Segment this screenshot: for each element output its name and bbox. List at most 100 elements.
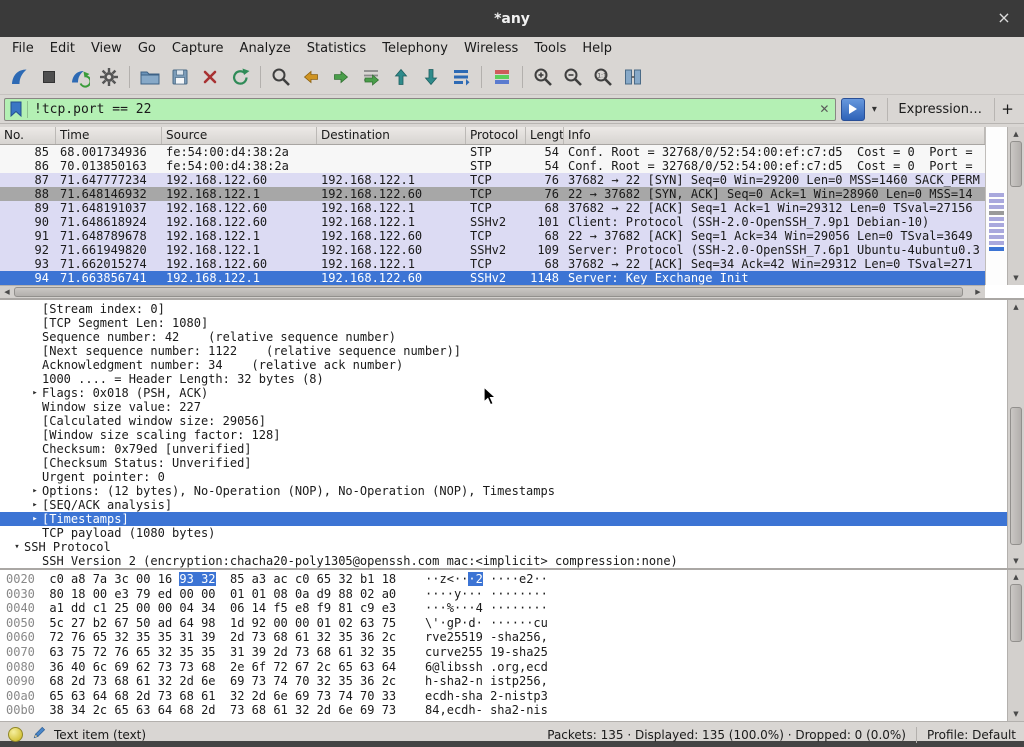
close-capture-file-button[interactable] [195, 63, 225, 91]
packet-row[interactable]: 9371.662015274192.168.122.60192.168.122.… [0, 257, 985, 271]
menu-go[interactable]: Go [130, 39, 164, 58]
go-first-packet-button[interactable] [386, 63, 416, 91]
menu-file[interactable]: File [4, 39, 42, 58]
menu-statistics[interactable]: Statistics [299, 39, 374, 58]
capture-options-button[interactable] [94, 63, 124, 91]
hex-row[interactable]: 00a0 65 63 64 68 2d 73 68 61 32 2d 6e 69… [6, 689, 1007, 704]
hex-scrollbar[interactable]: ▲ ▼ [1007, 570, 1024, 721]
packet-row[interactable]: 8670.013850163fe:54:00:d4:38:2aSTP54Conf… [0, 159, 985, 173]
colorize-packets-button[interactable] [487, 63, 517, 91]
detail-line[interactable]: ▸[Timestamps] [0, 512, 1007, 526]
menu-tools[interactable]: Tools [526, 39, 574, 58]
expert-info-icon[interactable] [8, 727, 23, 742]
column-header-time[interactable]: Time [56, 127, 162, 144]
scroll-down-icon[interactable]: ▼ [1008, 271, 1024, 285]
detail-line[interactable]: SSH Version 2 (encryption:chacha20-poly1… [0, 554, 1007, 568]
scrollbar-track[interactable] [1008, 141, 1024, 271]
packet-list-minimap[interactable] [985, 127, 1007, 285]
detail-line[interactable]: [Stream index: 0] [0, 302, 1007, 316]
packet-row[interactable]: 9171.648789678192.168.122.1192.168.122.6… [0, 229, 985, 243]
packet-row[interactable]: 8971.648191037192.168.122.60192.168.122.… [0, 201, 985, 215]
scrollbar-track[interactable] [1008, 314, 1024, 554]
column-header-destination[interactable]: Destination [317, 127, 466, 144]
filter-apply-button[interactable] [841, 98, 865, 121]
column-header-source[interactable]: Source [162, 127, 317, 144]
packet-row[interactable]: 8771.647777234192.168.122.60192.168.122.… [0, 173, 985, 187]
detail-line[interactable]: Window size value: 227 [0, 400, 1007, 414]
window-close-button[interactable]: × [994, 8, 1014, 28]
scroll-down-icon[interactable]: ▼ [1008, 707, 1024, 721]
expression-button[interactable]: Expression… [887, 98, 992, 121]
scroll-up-icon[interactable]: ▲ [1008, 570, 1024, 584]
collapsed-expander-icon[interactable]: ▸ [28, 498, 42, 512]
scroll-left-icon[interactable]: ◀ [0, 286, 14, 298]
packet-row[interactable]: 9071.648618924192.168.122.60192.168.122.… [0, 215, 985, 229]
go-back-button[interactable] [296, 63, 326, 91]
detail-line[interactable]: Sequence number: 42 (relative sequence n… [0, 330, 1007, 344]
detail-line[interactable]: ▸Options: (12 bytes), No-Operation (NOP)… [0, 484, 1007, 498]
menu-capture[interactable]: Capture [164, 39, 232, 58]
packet-row[interactable]: 9471.663856741192.168.122.1192.168.122.6… [0, 271, 985, 285]
detail-line[interactable]: [Checksum Status: Unverified] [0, 456, 1007, 470]
go-last-packet-button[interactable] [416, 63, 446, 91]
add-filter-button[interactable]: + [994, 98, 1020, 121]
detail-line[interactable]: Checksum: 0x79ed [unverified] [0, 442, 1007, 456]
hex-row[interactable]: 0030 80 18 00 e3 79 ed 00 00 01 01 08 0a… [6, 587, 1007, 602]
display-filter-text[interactable]: !tcp.port == 22 [30, 102, 815, 117]
resize-columns-button[interactable] [618, 63, 648, 91]
packet-row[interactable]: 8871.648146932192.168.122.1192.168.122.6… [0, 187, 985, 201]
zoom-original-button[interactable]: 1:1 [588, 63, 618, 91]
filter-clear-icon[interactable]: ✕ [815, 102, 833, 116]
detail-line[interactable]: ▾SSH Protocol [0, 540, 1007, 554]
find-packet-button[interactable] [266, 63, 296, 91]
stop-capture-button[interactable] [34, 63, 64, 91]
scroll-up-icon[interactable]: ▲ [1008, 300, 1024, 314]
title-bar[interactable]: *any × [0, 0, 1024, 37]
column-header-no[interactable]: No. [0, 127, 56, 144]
reload-capture-file-button[interactable] [225, 63, 255, 91]
detail-line[interactable]: 1000 .... = Header Length: 32 bytes (8) [0, 372, 1007, 386]
scrollbar-thumb[interactable] [1010, 407, 1022, 545]
detail-line[interactable]: Urgent pointer: 0 [0, 470, 1007, 484]
detail-line[interactable]: [Next sequence number: 1122 (relative se… [0, 344, 1007, 358]
collapsed-expander-icon[interactable]: ▸ [28, 386, 42, 400]
detail-line[interactable]: [Window size scaling factor: 128] [0, 428, 1007, 442]
scroll-down-icon[interactable]: ▼ [1008, 554, 1024, 568]
scrollbar-track[interactable] [1008, 584, 1024, 707]
display-filter-input[interactable]: !tcp.port == 22 ✕ [4, 98, 836, 121]
auto-scroll-button[interactable] [446, 63, 476, 91]
menu-telephony[interactable]: Telephony [374, 39, 456, 58]
status-profile[interactable]: Profile: Default [927, 728, 1016, 742]
hex-row[interactable]: 0040 a1 dd c1 25 00 00 04 34 06 14 f5 e8… [6, 601, 1007, 616]
hex-row[interactable]: 00b0 38 34 2c 65 63 64 68 2d 73 68 61 32… [6, 703, 1007, 718]
save-capture-file-button[interactable] [165, 63, 195, 91]
packet-row[interactable]: 8568.001734936fe:54:00:d4:38:2aSTP54Conf… [0, 145, 985, 159]
filter-history-dropdown-icon[interactable]: ▾ [867, 104, 881, 115]
detail-line[interactable]: TCP payload (1080 bytes) [0, 526, 1007, 540]
hex-row[interactable]: 0050 5c 27 b2 67 50 ad 64 98 1d 92 00 00… [6, 616, 1007, 631]
detail-line[interactable]: ▸Flags: 0x018 (PSH, ACK) [0, 386, 1007, 400]
packet-list-scrollbar[interactable]: ▲ ▼ [1007, 127, 1024, 285]
detail-line[interactable]: [TCP Segment Len: 1080] [0, 316, 1007, 330]
column-header-info[interactable]: Info [564, 127, 985, 144]
scroll-right-icon[interactable]: ▶ [971, 286, 985, 298]
collapsed-expander-icon[interactable]: ▸ [28, 484, 42, 498]
start-capture-button[interactable] [4, 63, 34, 91]
menu-help[interactable]: Help [574, 39, 620, 58]
column-header-protocol[interactable]: Protocol [466, 127, 526, 144]
go-to-packet-button[interactable] [356, 63, 386, 91]
filter-bookmark-icon[interactable] [7, 101, 25, 117]
hex-row[interactable]: 0090 68 2d 73 68 61 32 2d 6e 69 73 74 70… [6, 674, 1007, 689]
details-scrollbar[interactable]: ▲ ▼ [1007, 300, 1024, 568]
expanded-expander-icon[interactable]: ▾ [10, 540, 24, 554]
menu-view[interactable]: View [83, 39, 130, 58]
menu-analyze[interactable]: Analyze [232, 39, 299, 58]
go-forward-button[interactable] [326, 63, 356, 91]
open-capture-file-button[interactable] [135, 63, 165, 91]
menu-wireless[interactable]: Wireless [456, 39, 526, 58]
packet-row[interactable]: 9271.661949820192.168.122.1192.168.122.6… [0, 243, 985, 257]
hex-row[interactable]: 0020 c0 a8 7a 3c 00 16 93 32 85 a3 ac c0… [6, 572, 1007, 587]
zoom-in-button[interactable] [528, 63, 558, 91]
scrollbar-thumb[interactable] [1010, 141, 1022, 187]
zoom-out-button[interactable] [558, 63, 588, 91]
